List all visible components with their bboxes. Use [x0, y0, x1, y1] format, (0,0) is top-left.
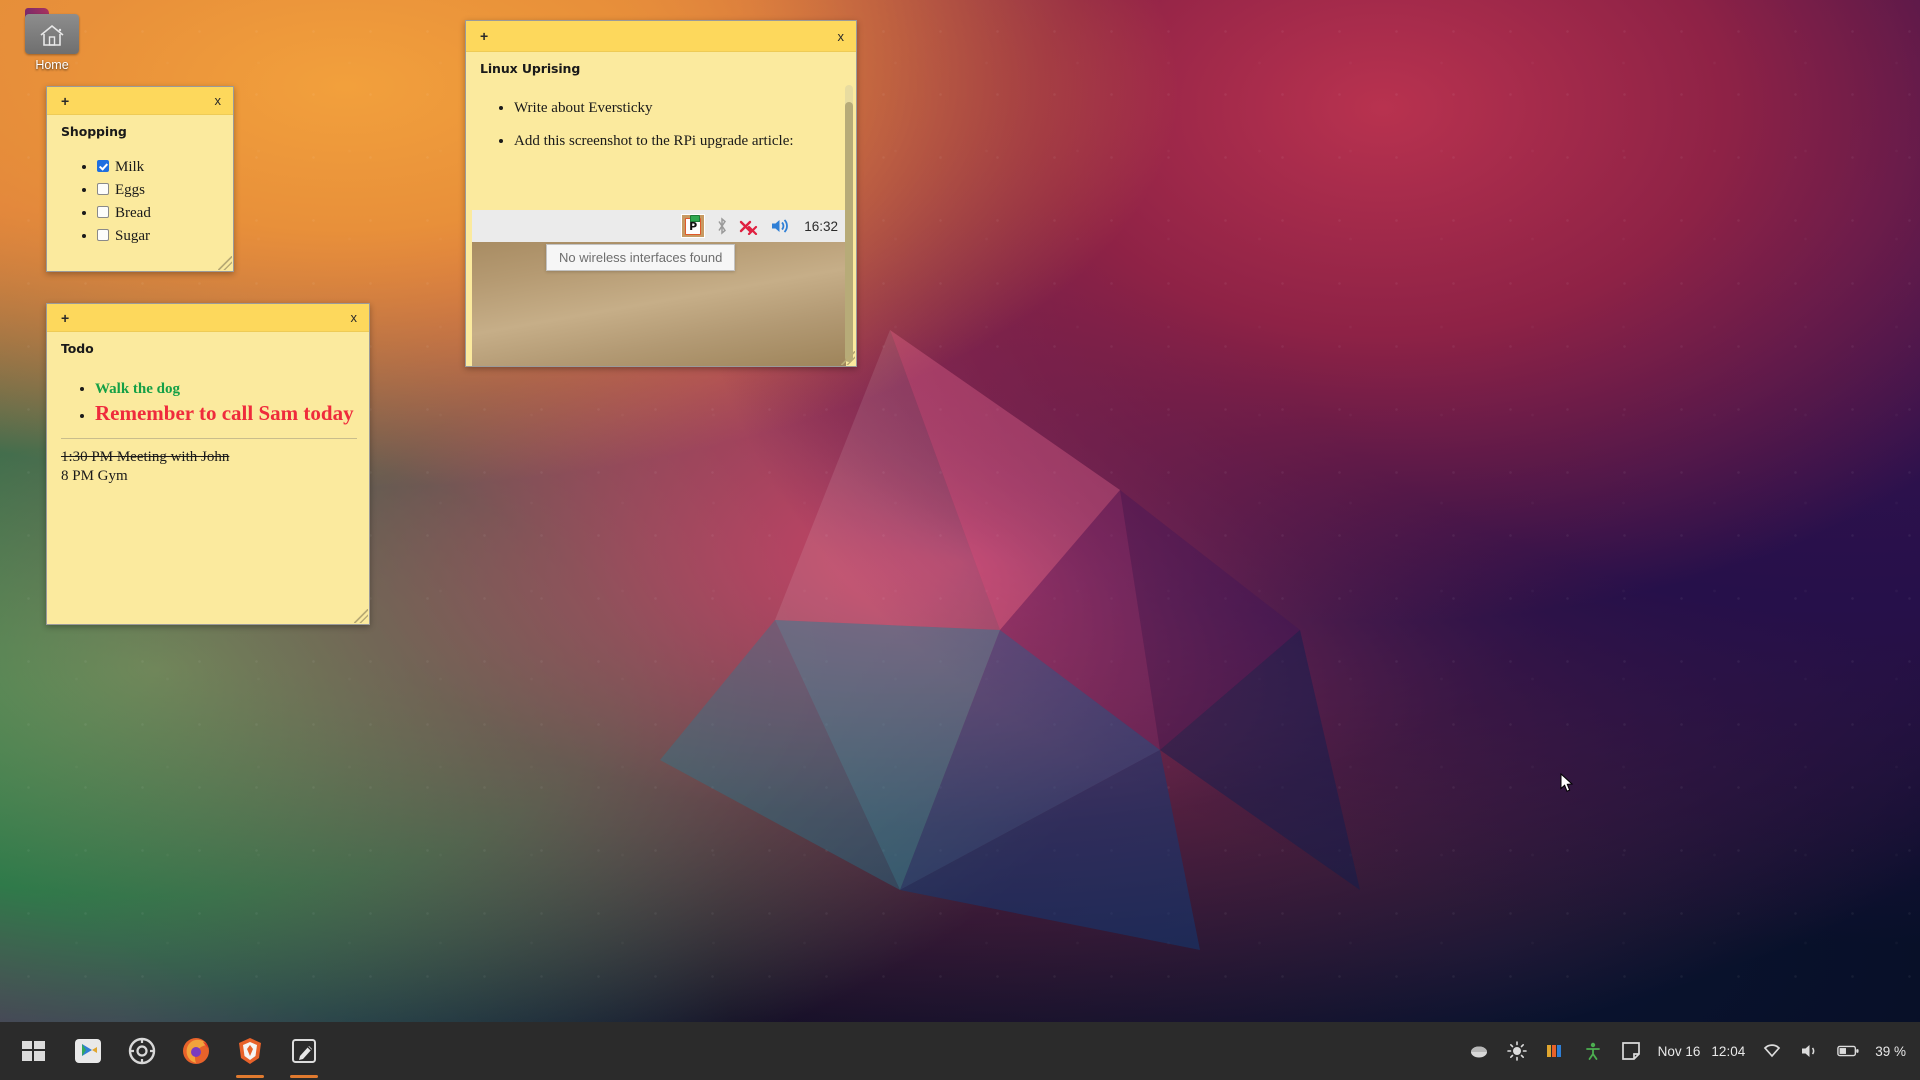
item-label: Milk — [115, 159, 144, 175]
notes-icon[interactable] — [1620, 1040, 1642, 1062]
sticky-note-todo[interactable]: + x Todo Walk the dog Remember to call S… — [46, 303, 370, 625]
sticky-note-linux-uprising[interactable]: + x Linux Uprising Write about Everstick… — [465, 20, 857, 367]
note-content: Write about Eversticky Add this screensh… — [480, 98, 844, 151]
desktop-icon-label: Home — [16, 58, 88, 73]
close-note-button[interactable]: x — [838, 30, 845, 43]
volume-icon[interactable] — [1799, 1040, 1821, 1062]
battery-percent-label: 39 % — [1875, 1044, 1906, 1059]
checkbox-milk[interactable] — [97, 160, 109, 172]
close-note-button[interactable]: x — [351, 311, 358, 324]
embedded-clock: 16:32 — [804, 219, 838, 234]
divider — [61, 438, 357, 439]
wallpaper-facets — [600, 330, 1360, 950]
embedded-system-tray: P — [472, 210, 846, 242]
software-center-icon[interactable] — [68, 1031, 108, 1071]
add-note-button[interactable]: + — [61, 94, 69, 108]
home-folder-icon — [25, 8, 79, 54]
close-note-button[interactable]: x — [215, 94, 222, 107]
note-titlebar[interactable]: + x — [47, 304, 369, 332]
brightness-icon[interactable] — [1506, 1040, 1528, 1062]
list-item[interactable]: Sugar — [97, 227, 221, 245]
brave-browser-icon[interactable] — [230, 1031, 270, 1071]
note-titlebar[interactable]: + x — [47, 87, 233, 115]
list-item[interactable]: Remember to call Sam today — [95, 400, 357, 426]
todo-line-meeting: 1:30 PM Meeting with John — [61, 448, 357, 467]
item-label: Eggs — [115, 182, 145, 198]
list-item[interactable]: Eggs — [97, 181, 221, 199]
volume-icon[interactable] — [770, 217, 790, 235]
clipboard-glyph: P — [689, 221, 697, 232]
note-title: Todo — [61, 341, 357, 356]
desktop-icon-home[interactable]: Home — [16, 8, 88, 73]
todo-bullet-list: Walk the dog Remember to call Sam today — [61, 380, 357, 426]
note-content: Milk Eggs Bread Sugar — [61, 158, 221, 245]
desktop[interactable]: Home + x Shopping Milk Eggs Bread — [0, 0, 1920, 1080]
clipboard-manager-icon[interactable]: P — [681, 214, 705, 238]
mouse-cursor — [1560, 773, 1574, 793]
note-body[interactable]: Shopping Milk Eggs Bread Sugar — [47, 115, 233, 271]
taskbar-status-area: Nov 16 12:04 39 — [1468, 1040, 1906, 1062]
taskbar-launchers — [14, 1031, 324, 1071]
note-scrollbar[interactable] — [845, 85, 853, 346]
list-item[interactable]: Bread — [97, 204, 221, 222]
todo-item-text: Remember to call Sam today — [95, 401, 354, 425]
todo-item-text: Walk the dog — [95, 381, 180, 397]
add-note-button[interactable]: + — [480, 29, 488, 43]
network-disconnected-icon[interactable] — [739, 217, 759, 235]
checkbox-bread[interactable] — [97, 206, 109, 218]
add-note-button[interactable]: + — [61, 311, 69, 325]
item-label: Sugar — [115, 228, 150, 244]
list-item[interactable]: Milk — [97, 158, 221, 176]
battery-icon[interactable] — [1837, 1040, 1859, 1062]
resize-handle[interactable] — [354, 609, 368, 623]
firefox-icon[interactable] — [176, 1031, 216, 1071]
note-content: Walk the dog Remember to call Sam today … — [61, 380, 357, 486]
checkbox-eggs[interactable] — [97, 183, 109, 195]
embedded-screenshot[interactable]: P — [472, 210, 846, 366]
shopping-checklist: Milk Eggs Bread Sugar — [61, 158, 221, 245]
list-item[interactable]: Write about Eversticky — [514, 98, 844, 118]
taskbar-date: Nov 16 — [1658, 1044, 1701, 1059]
bullet-text: Write about Eversticky — [514, 100, 653, 116]
list-item[interactable]: Walk the dog — [95, 380, 357, 398]
color-profile-icon[interactable] — [1544, 1040, 1566, 1062]
bullet-text: Add this screenshot to the RPi upgrade a… — [514, 133, 794, 149]
taskbar-time: 12:04 — [1711, 1044, 1745, 1059]
text-editor-icon[interactable] — [284, 1031, 324, 1071]
item-label: Bread — [115, 205, 151, 221]
taskbar[interactable]: Nov 16 12:04 39 — [0, 1022, 1920, 1080]
resize-handle[interactable] — [841, 351, 855, 365]
network-icon[interactable] — [1761, 1040, 1783, 1062]
updates-icon[interactable] — [1468, 1040, 1490, 1062]
note-titlebar[interactable]: + x — [466, 21, 856, 52]
checkbox-sugar[interactable] — [97, 229, 109, 241]
note-title: Linux Uprising — [480, 61, 844, 76]
settings-icon[interactable] — [122, 1031, 162, 1071]
todo-line-gym: 8 PM Gym — [61, 467, 357, 486]
show-applications-icon[interactable] — [14, 1031, 54, 1071]
wireless-tooltip: No wireless interfaces found — [546, 244, 735, 271]
accessibility-icon[interactable] — [1582, 1040, 1604, 1062]
sticky-note-shopping[interactable]: + x Shopping Milk Eggs Bread Sugar — [46, 86, 234, 272]
note-body[interactable]: Linux Uprising Write about Eversticky Ad… — [466, 52, 856, 366]
note-title: Shopping — [61, 124, 221, 139]
scrollbar-thumb[interactable] — [845, 102, 853, 362]
taskbar-clock[interactable]: Nov 16 12:04 — [1658, 1044, 1746, 1059]
list-item[interactable]: Add this screenshot to the RPi upgrade a… — [514, 131, 844, 151]
note-body[interactable]: Todo Walk the dog Remember to call Sam t… — [47, 332, 369, 624]
resize-handle[interactable] — [218, 256, 232, 270]
uprising-bullet-list: Write about Eversticky Add this screensh… — [480, 98, 844, 151]
bluetooth-icon[interactable] — [716, 217, 728, 235]
